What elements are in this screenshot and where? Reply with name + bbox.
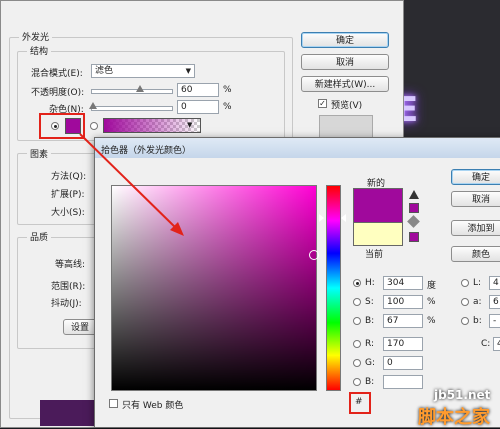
cyan-input[interactable]: 4	[493, 337, 500, 351]
blue-input[interactable]	[383, 375, 423, 389]
hue-unit: 度	[427, 281, 437, 291]
lab-a-radio[interactable]	[461, 298, 469, 306]
picker-cancel-label: 取消	[471, 195, 490, 205]
brightness-input[interactable]: 67	[383, 314, 423, 328]
preview-label: 预览(V)	[331, 101, 363, 111]
ok-label: 确定	[335, 36, 354, 46]
chevron-down-icon	[186, 65, 191, 77]
color-picker-dialog: 拾色器（外发光颜色） 新的 当前 确定 取消 添加到 颜色 H: 304 度 S…	[94, 137, 500, 428]
cancel-label: 取消	[335, 58, 354, 68]
outer-glow-title: 外发光	[19, 30, 53, 43]
saturation-unit: %	[427, 297, 436, 307]
gradient-dropdown-icon[interactable]	[187, 120, 192, 130]
hue-slider-left-arrow[interactable]	[319, 214, 324, 222]
preview-checkbox[interactable]: ✓	[318, 99, 327, 108]
opacity-input[interactable]: 60	[177, 83, 219, 97]
range-label: 范围(R):	[51, 282, 86, 292]
lab-l-label: L:	[473, 278, 482, 288]
opacity-slider[interactable]	[91, 89, 173, 94]
blend-mode-label: 混合模式(E):	[31, 69, 83, 79]
add-to-swatches-button[interactable]: 添加到	[451, 220, 500, 236]
lab-b-label: b:	[473, 316, 482, 326]
elements-title: 图素	[27, 147, 52, 160]
blend-mode-select[interactable]: 滤色	[91, 64, 195, 78]
hue-slider[interactable]	[326, 185, 341, 391]
blue-label: B:	[365, 377, 375, 387]
web-only-label: 只有 Web 颜色	[122, 401, 184, 411]
current-color-swatch[interactable]	[353, 222, 403, 246]
opacity-slider-thumb[interactable]	[136, 85, 144, 92]
color-libraries-label: 颜色	[471, 250, 490, 260]
lab-l-radio[interactable]	[461, 279, 469, 287]
structure-title: 结构	[27, 44, 52, 57]
lab-b-radio[interactable]	[461, 317, 469, 325]
ok-button[interactable]: 确定	[301, 32, 389, 48]
color-field-cursor[interactable]	[309, 250, 319, 260]
color-picker-title: 拾色器（外发光颜色）	[101, 146, 192, 156]
add-to-swatches-label: 添加到	[467, 224, 495, 234]
new-color-swatch	[353, 188, 403, 224]
style-preview-thumbnail	[319, 115, 373, 139]
hue-label: H:	[365, 278, 375, 288]
saturation-label: S:	[365, 297, 374, 307]
picker-ok-label: 确定	[471, 173, 490, 183]
cancel-button[interactable]: 取消	[301, 54, 389, 70]
size-label: 大小(S):	[51, 208, 85, 218]
red-label: R:	[365, 339, 375, 349]
blue-radio[interactable]	[353, 378, 361, 386]
brightness-unit: %	[427, 316, 436, 326]
web-only-checkbox[interactable]	[109, 399, 118, 408]
hue-radio[interactable]	[353, 279, 361, 287]
noise-slider[interactable]	[91, 106, 173, 111]
hue-input[interactable]: 304	[383, 276, 423, 290]
jitter-label: 抖动(J):	[51, 299, 82, 309]
lab-a-input[interactable]: 6	[489, 295, 500, 309]
solid-color-radio[interactable]	[51, 122, 59, 130]
new-style-label: 新建样式(W)...	[314, 80, 376, 90]
picker-cancel-button[interactable]: 取消	[451, 191, 500, 207]
lab-b-input[interactable]: -	[489, 314, 500, 328]
reset-default-button[interactable]: 设置	[63, 319, 97, 335]
watermark-name: 脚本之家	[418, 407, 490, 428]
gradient-radio[interactable]	[90, 122, 98, 130]
green-label: G:	[365, 358, 376, 368]
red-radio[interactable]	[353, 340, 361, 348]
hex-label: #	[355, 397, 363, 407]
opacity-percent: %	[223, 85, 232, 95]
green-input[interactable]: 0	[383, 356, 423, 370]
contour-label: 等高线:	[55, 260, 86, 270]
green-radio[interactable]	[353, 359, 361, 367]
saturation-input[interactable]: 100	[383, 295, 423, 309]
glow-color-swatch[interactable]	[65, 118, 81, 134]
spread-label: 扩展(P):	[51, 190, 85, 200]
method-label: 方法(Q):	[51, 172, 87, 182]
brightness-label: B:	[365, 316, 375, 326]
color-field[interactable]	[111, 185, 317, 391]
gamut-warning-icon[interactable]	[409, 190, 419, 199]
saturation-radio[interactable]	[353, 298, 361, 306]
watermark-site: jb51.net	[434, 388, 491, 402]
new-style-button[interactable]: 新建样式(W)...	[301, 76, 389, 92]
canvas-purple-strip	[40, 400, 100, 426]
reset-default-label: 设置	[70, 323, 89, 333]
current-color-label: 当前	[365, 250, 384, 260]
opacity-label: 不透明度(O):	[31, 88, 85, 98]
lab-l-input[interactable]: 4	[489, 276, 500, 290]
web-safe-icon[interactable]	[407, 215, 420, 228]
lab-a-label: a:	[473, 297, 482, 307]
quality-title: 品质	[27, 230, 52, 243]
noise-input[interactable]: 0	[177, 100, 219, 114]
hue-slider-right-arrow[interactable]	[341, 214, 346, 222]
noise-percent: %	[223, 102, 232, 112]
color-libraries-button[interactable]: 颜色	[451, 246, 500, 262]
blend-mode-value: 滤色	[95, 66, 114, 76]
brightness-radio[interactable]	[353, 317, 361, 325]
cyan-label: C:	[481, 339, 491, 349]
gamut-swatch[interactable]	[409, 203, 419, 213]
red-input[interactable]: 170	[383, 337, 423, 351]
picker-ok-button[interactable]: 确定	[451, 169, 500, 185]
web-safe-swatch[interactable]	[409, 232, 419, 242]
noise-slider-thumb[interactable]	[89, 102, 97, 109]
